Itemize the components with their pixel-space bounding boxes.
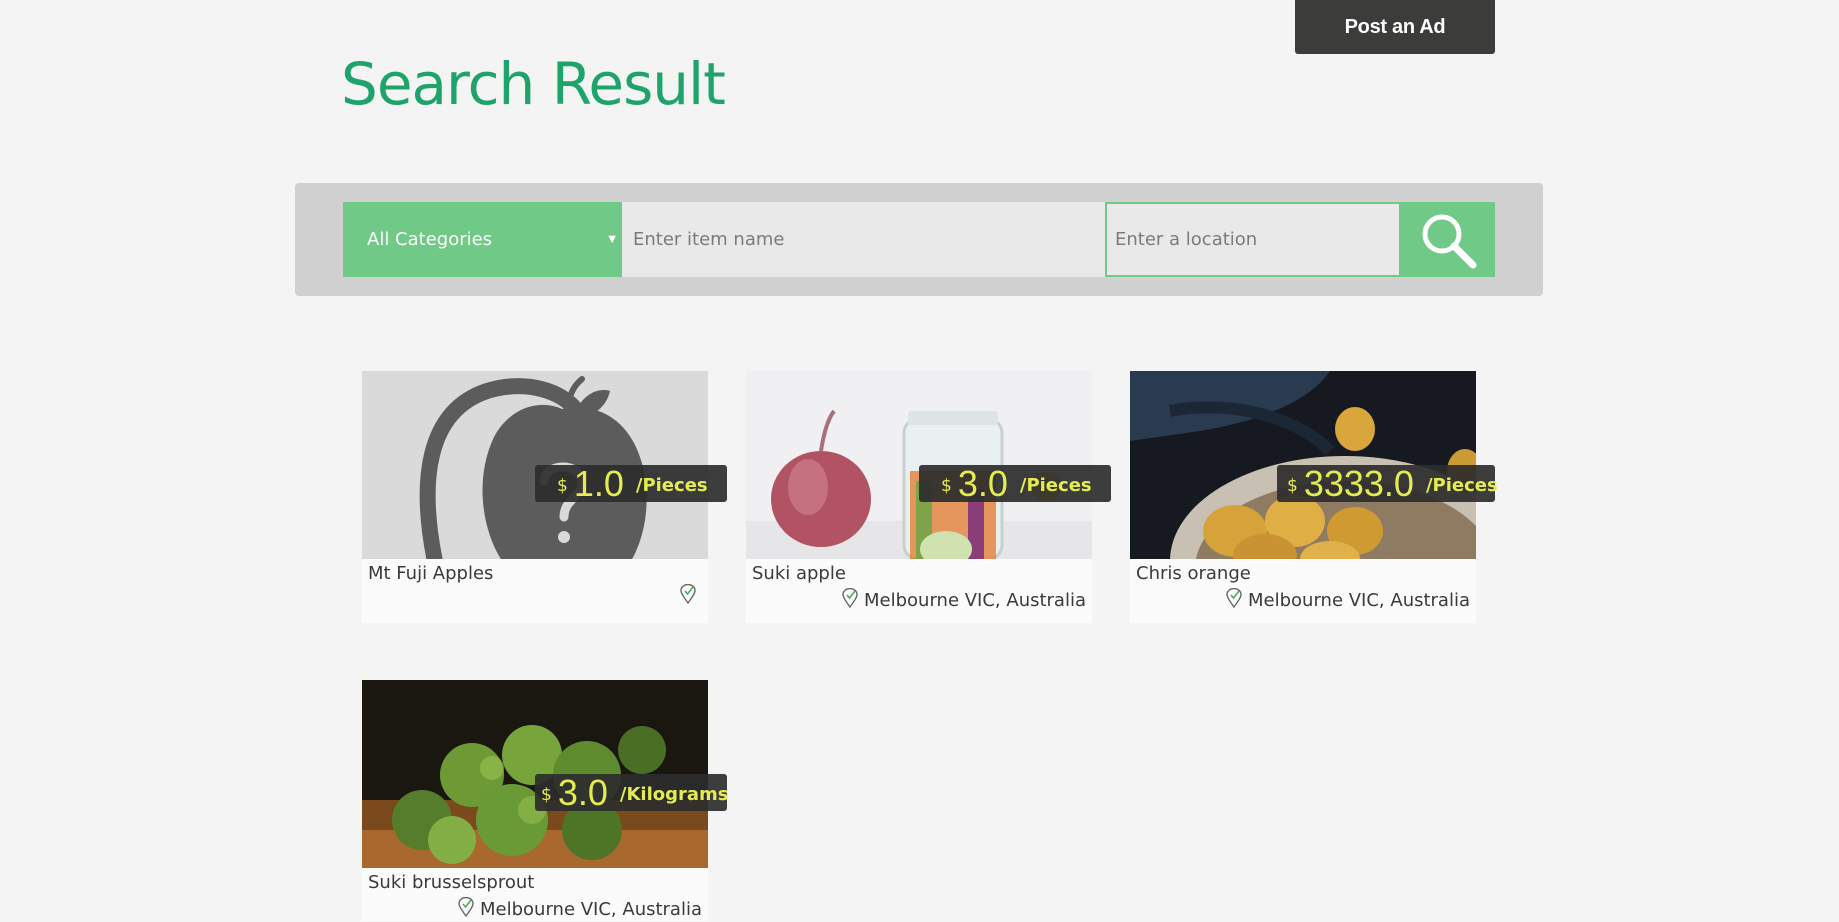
price-unit: /Kilograms (619, 784, 729, 805)
location-pin-icon (680, 583, 696, 609)
price-unit: /Pieces (635, 475, 708, 496)
product-location: Melbourne VIC, Australia (458, 896, 702, 922)
result-card[interactable]: $ 3333.0 /Pieces Chris orange Melbourne … (1130, 371, 1498, 623)
location-text: Melbourne VIC, Australia (864, 590, 1086, 611)
location-pin-icon (458, 896, 474, 922)
search-bar: All Categories ▼ (295, 183, 1543, 296)
result-card[interactable]: $ 3.0 /Kilograms Suki brusselsprout Melb… (362, 680, 728, 922)
product-location: Melbourne VIC, Australia (1226, 587, 1470, 613)
category-select[interactable]: All Categories ▼ (343, 202, 622, 277)
result-card[interactable]: $ 1.0 /Pieces Mt Fuji Apples (362, 371, 727, 623)
currency-symbol: $ (541, 784, 552, 805)
location-input[interactable] (1105, 202, 1401, 277)
price-amount: 3333.0 (1303, 463, 1414, 504)
product-name[interactable]: Chris orange (1136, 563, 1251, 584)
product-name[interactable]: Suki brusselsprout (368, 872, 534, 893)
search-icon (1422, 214, 1476, 268)
price-amount: 1.0 (573, 463, 624, 504)
price-unit: /Pieces (1019, 475, 1092, 496)
page-title: Search Result (341, 50, 726, 118)
post-ad-button[interactable]: Post an Ad (1295, 0, 1495, 54)
item-name-input[interactable] (622, 202, 1105, 277)
price-amount: 3.0 (957, 463, 1008, 504)
category-select-value: All Categories (367, 229, 493, 250)
product-name[interactable]: Suki apple (752, 563, 846, 584)
product-name[interactable]: Mt Fuji Apples (368, 563, 493, 584)
product-location (680, 583, 702, 609)
price-tag: $ 3.0 /Kilograms (535, 772, 729, 813)
result-card[interactable]: $ 3.0 /Pieces Suki apple Melbourne VIC, … (746, 371, 1111, 623)
location-pin-icon (842, 587, 858, 613)
location-text: Melbourne VIC, Australia (480, 899, 702, 920)
currency-symbol: $ (941, 475, 952, 496)
location-pin-icon (1226, 587, 1242, 613)
price-tag: $ 3333.0 /Pieces (1277, 463, 1498, 504)
search-button[interactable] (1400, 202, 1495, 277)
location-text: Melbourne VIC, Australia (1248, 590, 1470, 611)
price-amount: 3.0 (557, 772, 608, 813)
currency-symbol: $ (557, 475, 568, 496)
chevron-down-icon: ▼ (608, 234, 616, 245)
price-tag: $ 3.0 /Pieces (919, 465, 1111, 502)
price-unit: /Pieces (1425, 475, 1498, 496)
price-tag: $ 1.0 /Pieces (535, 465, 727, 502)
product-location: Melbourne VIC, Australia (842, 587, 1086, 613)
currency-symbol: $ (1287, 475, 1298, 496)
